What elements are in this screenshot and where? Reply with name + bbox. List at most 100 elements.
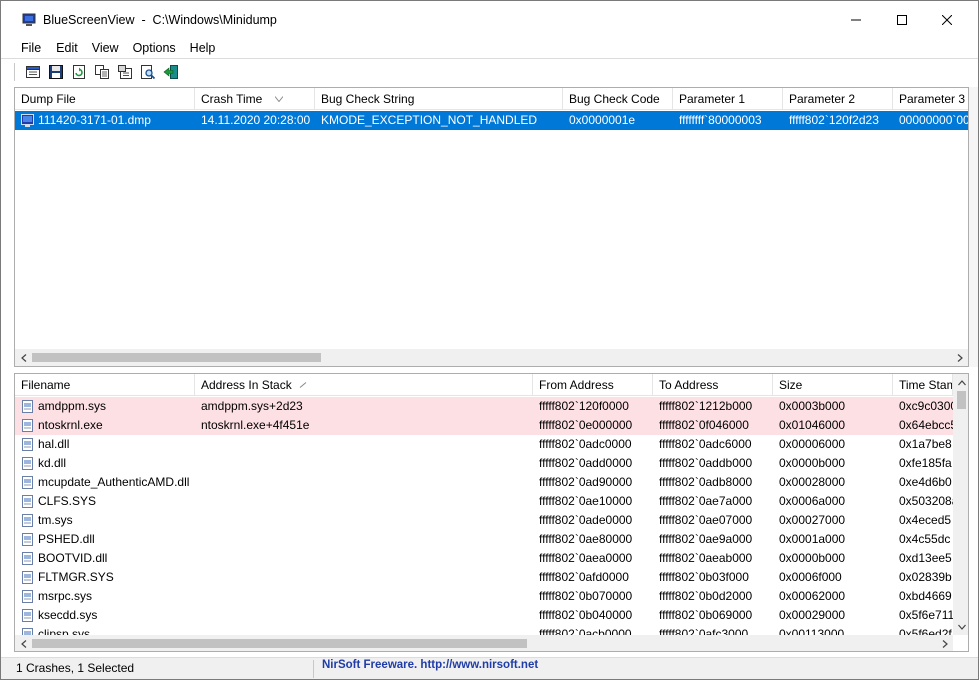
chevron-right-icon xyxy=(942,639,948,648)
module-row[interactable]: ksecdd.sys fffff802`0b040000 fffff802`0b06… xyxy=(15,606,953,625)
menu-bar: File Edit View Options Help xyxy=(1,39,978,57)
scroll-up-button[interactable] xyxy=(953,374,968,391)
module-row[interactable]: mcupdate_AuthenticAMD.dll fffff802`0ad900… xyxy=(15,473,953,492)
column-crash-time[interactable]: Crash Time xyxy=(195,88,315,110)
column-parameter-3[interactable]: Parameter 3 xyxy=(893,88,968,110)
minimize-button[interactable] xyxy=(833,1,879,39)
column-filename[interactable]: Filename xyxy=(15,374,195,396)
module-list-header: Filename Address In Stack From Address T… xyxy=(15,374,953,396)
cell-address-in-stack xyxy=(195,549,533,568)
cell-size: 0x0000b000 xyxy=(779,551,846,565)
cell-to-address: fffff802`0f046000 xyxy=(659,418,749,432)
cell-to-address: fffff802`0b069000 xyxy=(659,608,753,622)
cell-filename: CLFS.SYS xyxy=(38,494,97,508)
minimize-icon xyxy=(851,19,861,21)
cell-filename: msrpc.sys xyxy=(38,589,92,603)
html-report-button[interactable] xyxy=(24,63,42,81)
column-parameter-2[interactable]: Parameter 2 xyxy=(783,88,893,110)
cell-time-stamp: 0x4c55dc xyxy=(899,532,951,546)
vscroll-thumb[interactable] xyxy=(957,391,966,409)
properties-button[interactable] xyxy=(116,63,134,81)
cell-dump-file: 111420-3171-01.dmp xyxy=(38,113,151,127)
column-crash-time-label: Crash Time xyxy=(201,92,263,106)
module-list[interactable]: Filename Address In Stack From Address T… xyxy=(14,373,969,652)
cell-address-in-stack xyxy=(195,473,533,492)
crash-list-hscrollbar[interactable] xyxy=(15,349,968,366)
close-button[interactable] xyxy=(924,1,970,39)
chevron-left-icon xyxy=(20,353,26,362)
scroll-down-button[interactable] xyxy=(953,618,968,635)
column-time-stamp[interactable]: Time Stam xyxy=(893,374,953,396)
menu-help[interactable]: Help xyxy=(183,40,223,56)
cell-size: 0x0006a000 xyxy=(779,494,846,508)
scroll-left-button[interactable] xyxy=(15,349,32,366)
module-row[interactable]: FLTMGR.SYS fffff802`0afd0000 fffff802`0b03… xyxy=(15,568,953,587)
module-row[interactable]: ntoskrnl.exe ntoskrnl.exe+4f451e fffff802`… xyxy=(15,416,953,435)
save-icon xyxy=(49,64,63,79)
module-row[interactable]: hal.dll fffff802`0adc0000 fffff802`0adc600… xyxy=(15,435,953,454)
column-bug-check-string[interactable]: Bug Check String xyxy=(315,88,563,110)
cell-from-address: fffff802`0ae10000 xyxy=(539,494,633,508)
close-icon xyxy=(942,15,952,25)
title-bar[interactable]: BlueScreenView - C:\Windows\Minidump xyxy=(1,1,978,39)
toolbar-grip xyxy=(14,62,16,81)
scroll-left-button[interactable] xyxy=(15,635,32,651)
module-row[interactable]: msrpc.sys fffff802`0b070000 fffff802`0b0d2… xyxy=(15,587,953,606)
menu-view[interactable]: View xyxy=(85,40,126,56)
menu-options[interactable]: Options xyxy=(126,40,183,56)
window-edge xyxy=(969,87,978,367)
scroll-thumb[interactable] xyxy=(32,639,527,648)
exit-button[interactable] xyxy=(162,63,180,81)
module-list-vscrollbar[interactable] xyxy=(953,374,968,635)
nirsoft-link[interactable]: NirSoft Freeware. http://www.nirsoft.net xyxy=(322,659,538,671)
cell-from-address: fffff802`0b040000 xyxy=(539,608,633,622)
cell-size: 0x0006f000 xyxy=(779,570,842,584)
cell-to-address: fffff802`1212b000 xyxy=(659,399,753,413)
scroll-right-button[interactable] xyxy=(936,635,953,651)
module-row[interactable]: amdppm.sys amdppm.sys+2d23 fffff802`120f00… xyxy=(15,397,953,416)
module-row[interactable]: BOOTVID.dll fffff802`0aea0000 fffff802`0ae… xyxy=(15,549,953,568)
crash-list-header: Dump File Crash Time Bug Check String Bu… xyxy=(15,88,968,110)
cell-parameter-1: ffffffff`80000003 xyxy=(679,113,762,127)
save-button[interactable] xyxy=(47,63,65,81)
column-to-address[interactable]: To Address xyxy=(653,374,773,396)
find-icon xyxy=(141,64,156,79)
cell-to-address: fffff802`0ae7a000 xyxy=(659,494,753,508)
html-report-icon xyxy=(26,65,40,78)
module-row[interactable]: kd.dll fffff802`0add0000 fffff802`0addb000… xyxy=(15,454,953,473)
column-dump-file[interactable]: Dump File xyxy=(15,88,195,110)
cell-size: 0x00029000 xyxy=(779,608,846,622)
cell-from-address: fffff802`0e000000 xyxy=(539,418,633,432)
crash-list[interactable]: Dump File Crash Time Bug Check String Bu… xyxy=(14,87,969,367)
cell-time-stamp: 0x5f6e711 xyxy=(899,608,953,622)
cell-to-address: fffff802`0ae07000 xyxy=(659,513,753,527)
refresh-button[interactable] xyxy=(70,63,88,81)
cell-from-address: fffff802`0adc0000 xyxy=(539,437,632,451)
chevron-down-icon xyxy=(957,624,966,630)
module-list-hscrollbar[interactable] xyxy=(15,635,953,651)
cell-filename: mcupdate_AuthenticAMD.dll xyxy=(38,475,190,489)
cell-from-address: fffff802`0afd0000 xyxy=(539,570,629,584)
module-row[interactable]: PSHED.dll fffff802`0ae80000 fffff802`0ae9a… xyxy=(15,530,953,549)
scroll-right-button[interactable] xyxy=(951,349,968,366)
find-button[interactable] xyxy=(139,63,157,81)
module-row[interactable]: tm.sys fffff802`0ade0000 fffff802`0ae07000… xyxy=(15,511,953,530)
scroll-thumb[interactable] xyxy=(32,353,321,362)
cell-time-stamp: 0xe4d6b0 xyxy=(899,475,952,489)
menu-edit[interactable]: Edit xyxy=(49,40,85,56)
column-size[interactable]: Size xyxy=(773,374,893,396)
cell-to-address: fffff802`0b0d2000 xyxy=(659,589,753,603)
copy-button[interactable] xyxy=(93,63,111,81)
refresh-icon xyxy=(73,64,85,79)
cell-address-in-stack xyxy=(195,530,533,549)
column-from-address[interactable]: From Address xyxy=(533,374,653,396)
maximize-button[interactable] xyxy=(879,1,925,39)
cell-from-address: fffff802`0b070000 xyxy=(539,589,633,603)
module-row[interactable]: CLFS.SYS fffff802`0ae10000 fffff802`0ae7a0… xyxy=(15,492,953,511)
column-parameter-1[interactable]: Parameter 1 xyxy=(673,88,783,110)
maximize-icon xyxy=(897,15,907,25)
crash-row[interactable]: 111420-3171-01.dmp 14.11.2020 20:28:00 K… xyxy=(15,111,968,130)
menu-file[interactable]: File xyxy=(1,40,49,56)
column-bug-check-code[interactable]: Bug Check Code xyxy=(563,88,673,110)
column-address-in-stack[interactable]: Address In Stack xyxy=(195,374,533,396)
